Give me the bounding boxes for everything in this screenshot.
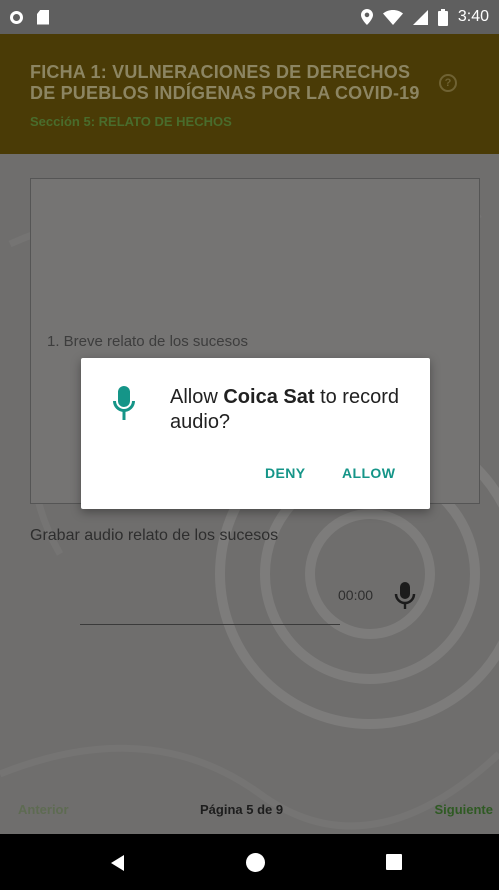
microphone-icon	[113, 386, 135, 420]
app-header: FICHA 1: VULNERACIONES DE DERECHOS DE PU…	[0, 34, 499, 154]
status-bar: 3:40	[0, 0, 499, 34]
help-icon[interactable]: ?	[439, 74, 457, 92]
page-indicator: Página 5 de 9	[200, 801, 284, 817]
notification-circle-icon	[10, 10, 23, 24]
home-icon[interactable]	[246, 853, 265, 872]
audio-timer: 00:00	[338, 587, 374, 603]
wifi-icon	[382, 9, 403, 25]
textarea-label: 1. Breve relato de los sucesos	[47, 333, 248, 350]
system-navigation-bar	[0, 834, 499, 890]
deny-button[interactable]: DENY	[265, 465, 306, 481]
section-subtitle: Sección 5: RELATO DE HECHOS	[30, 114, 232, 129]
message-prefix: Allow	[170, 386, 224, 408]
permission-dialog: Allow Coica Sat to record audio? DENY AL…	[81, 358, 430, 509]
app-name: Coica Sat	[223, 386, 315, 408]
record-mic-icon[interactable]	[394, 582, 416, 610]
allow-button[interactable]: ALLOW	[342, 465, 395, 481]
location-icon	[360, 9, 373, 25]
signal-icon	[412, 9, 428, 25]
audio-record-label: Grabar audio relato de los sucesos	[30, 527, 279, 544]
previous-button[interactable]: Anterior	[18, 802, 69, 817]
sd-card-icon	[37, 9, 49, 25]
audio-field-underline	[80, 624, 340, 625]
page-title: FICHA 1: VULNERACIONES DE DERECHOS DE PU…	[30, 62, 420, 103]
recent-apps-icon[interactable]	[386, 854, 402, 870]
next-button[interactable]: Siguiente	[434, 802, 493, 817]
back-icon[interactable]	[111, 855, 124, 871]
permission-message: Allow Coica Sat to record audio?	[170, 385, 410, 435]
pagination-footer: Anterior Página 5 de 9 Siguiente	[0, 794, 499, 824]
battery-icon	[437, 8, 448, 26]
status-time: 3:40	[457, 8, 489, 25]
